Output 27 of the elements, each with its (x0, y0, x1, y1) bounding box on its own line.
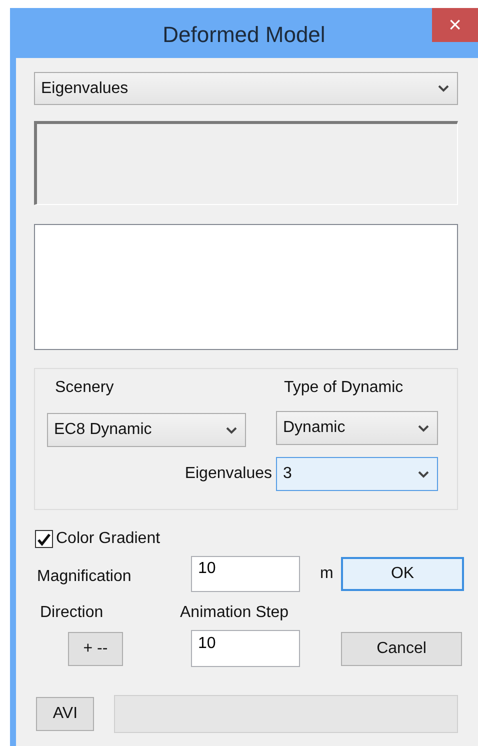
direction-button[interactable]: + -- (68, 632, 123, 666)
magnification-label: Magnification (37, 568, 132, 586)
result-type-dropdown[interactable]: Eigenvalues (34, 72, 458, 105)
cancel-button[interactable]: Cancel (341, 632, 462, 666)
magnification-field[interactable]: 10 (191, 556, 300, 592)
checkmark-icon (37, 532, 51, 546)
avi-button[interactable]: AVI (36, 697, 94, 731)
scenery-label: Scenery (54, 379, 115, 398)
dynamic-type-dropdown[interactable]: Dynamic (276, 411, 438, 445)
chevron-down-icon (438, 85, 449, 92)
list-box[interactable] (34, 224, 458, 350)
animation-step-label: Animation Step (180, 604, 290, 622)
scenery-dropdown[interactable]: EC8 Dynamic (47, 413, 246, 447)
chevron-down-icon (418, 424, 429, 432)
window-title: Deformed Model (162, 22, 326, 48)
chevron-down-icon (226, 426, 237, 434)
ok-button[interactable]: OK (341, 557, 464, 591)
color-gradient-label: Color Gradient (56, 530, 160, 548)
mode-count-dropdown[interactable]: 3 (276, 457, 438, 491)
file-path-field[interactable] (114, 695, 458, 733)
animation-step-field[interactable]: 10 (191, 630, 300, 667)
type-of-dynamic-label: Type of Dynamic (283, 379, 404, 398)
chevron-down-icon (418, 470, 429, 478)
eigenvalues-label: Eigenvalues (184, 465, 272, 483)
close-button[interactable]: × (432, 8, 478, 42)
color-gradient-checkbox[interactable] (35, 530, 53, 548)
unit-label: m (319, 565, 334, 583)
